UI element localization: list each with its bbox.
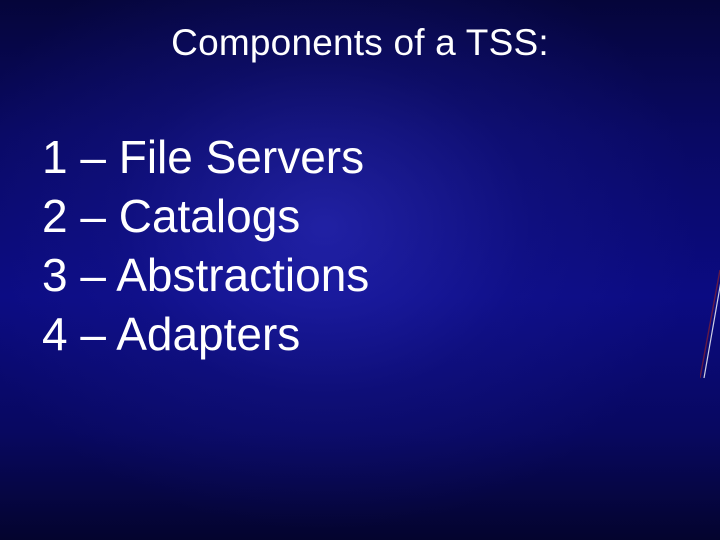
list-item: 3 – Abstractions [42,246,680,305]
slide-title: Components of a TSS: [0,22,720,64]
list-item: 4 – Adapters [42,305,680,364]
slide-body: 1 – File Servers 2 – Catalogs 3 – Abstra… [42,128,680,364]
decorative-accent [700,260,720,380]
list-item: 1 – File Servers [42,128,680,187]
list-item: 2 – Catalogs [42,187,680,246]
slide: Components of a TSS: 1 – File Servers 2 … [0,0,720,540]
